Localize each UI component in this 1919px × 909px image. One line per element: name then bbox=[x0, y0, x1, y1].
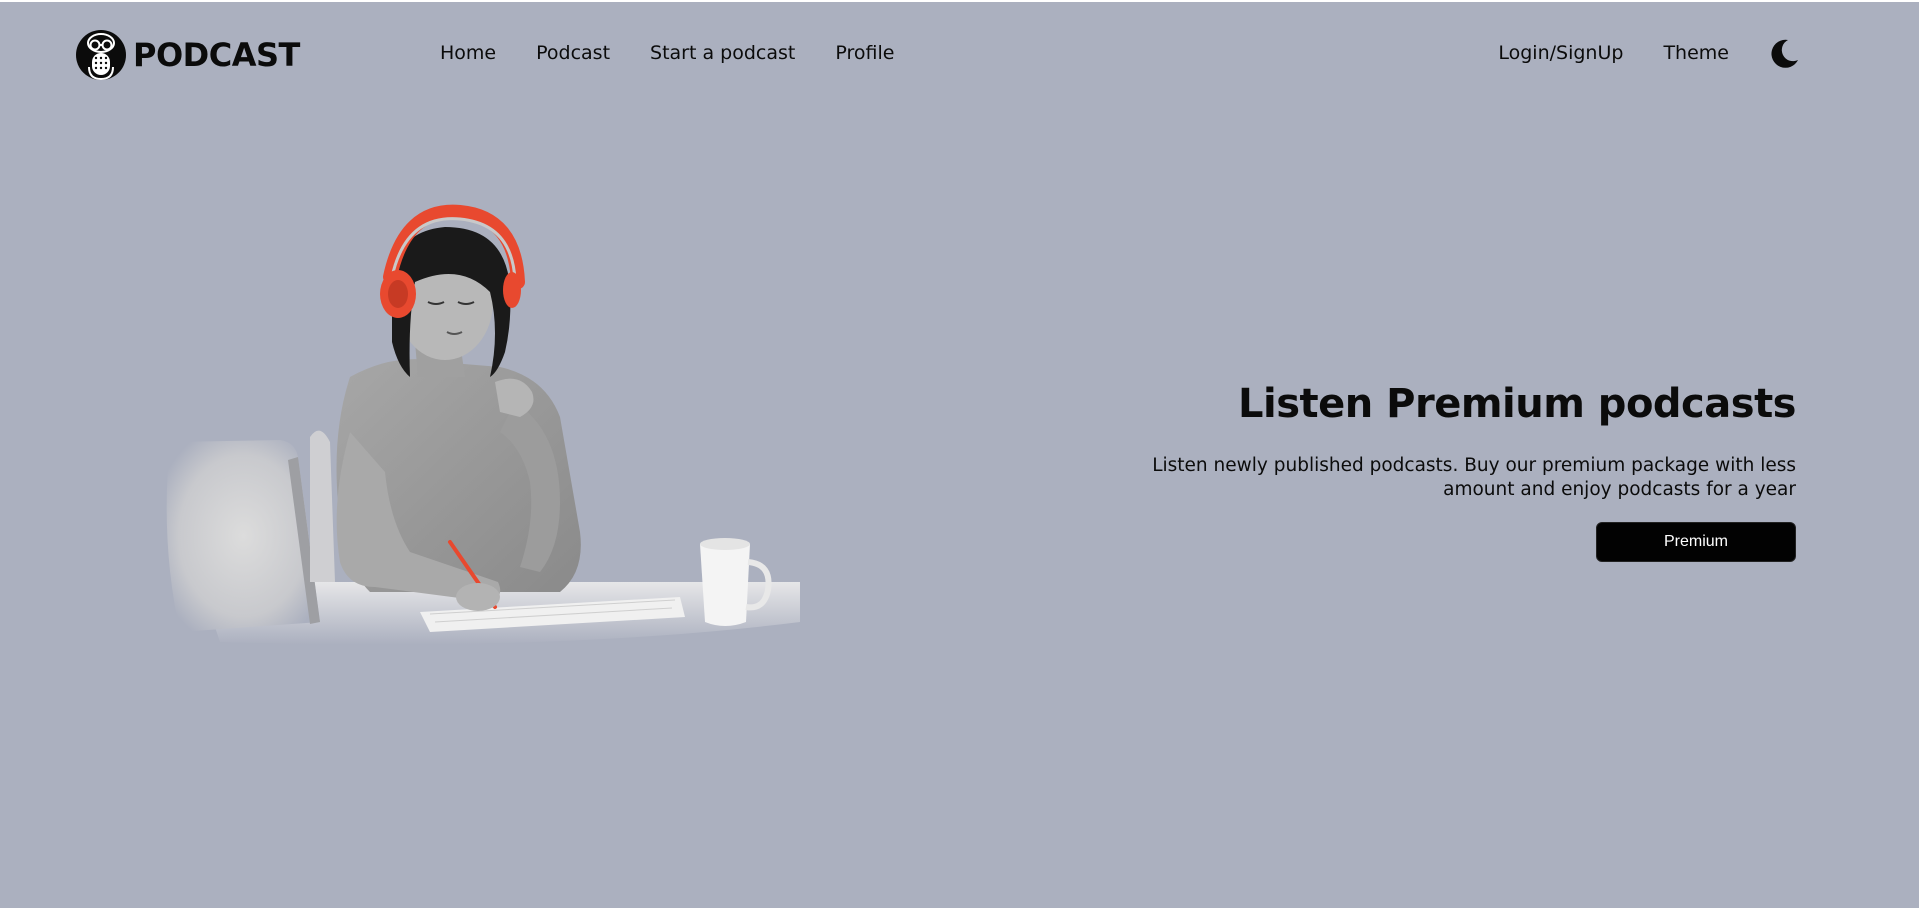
nav-podcast[interactable]: Podcast bbox=[536, 42, 610, 64]
hero-description-line-1: Listen newly published podcasts. Buy our… bbox=[1152, 455, 1796, 476]
hero-illustration bbox=[160, 202, 810, 672]
nav-home[interactable]: Home bbox=[440, 42, 496, 64]
hero-title: Listen Premium podcasts bbox=[1238, 381, 1797, 427]
account-nav: Login/SignUp Theme bbox=[1498, 42, 1729, 64]
theme-toggle-button[interactable] bbox=[1768, 38, 1800, 70]
nav-start-podcast[interactable]: Start a podcast bbox=[650, 42, 795, 64]
hero-section: Listen Premium podcasts Listen newly pub… bbox=[1096, 378, 1797, 562]
woman-with-headphones-image bbox=[166, 204, 800, 645]
logo-text: PODCAST bbox=[133, 36, 300, 74]
moon-icon bbox=[1771, 39, 1798, 68]
hero-description-line-2: amount and enjoy podcasts for a year bbox=[1443, 479, 1796, 500]
logo[interactable]: PODCAST bbox=[75, 27, 300, 83]
microphone-face-icon bbox=[76, 30, 126, 81]
hero-description: Listen newly published podcasts. Buy our… bbox=[1096, 454, 1796, 502]
main-nav: Home Podcast Start a podcast Profile bbox=[440, 42, 894, 64]
theme-link[interactable]: Theme bbox=[1663, 42, 1729, 64]
premium-button[interactable]: Premium bbox=[1596, 522, 1796, 562]
nav-profile[interactable]: Profile bbox=[835, 42, 894, 64]
login-signup-link[interactable]: Login/SignUp bbox=[1498, 42, 1623, 64]
page: PODCAST Home Podcast Start a podcast Pro… bbox=[0, 0, 1919, 909]
